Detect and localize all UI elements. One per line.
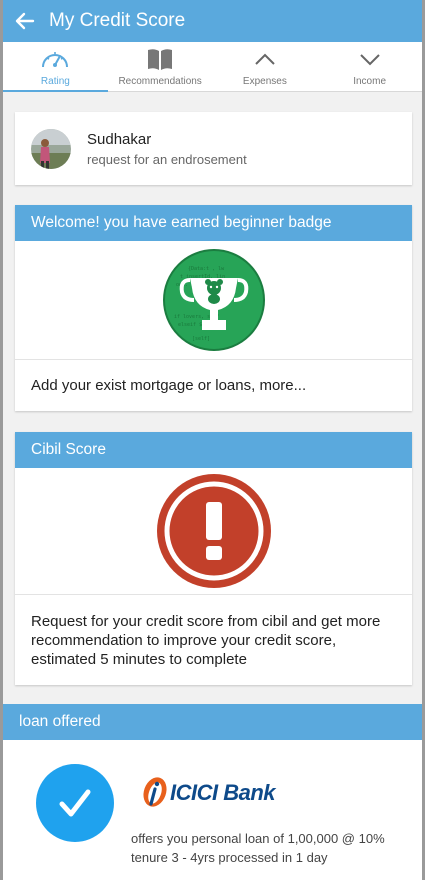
app-bar: My Credit Score: [3, 0, 422, 42]
loan-offered-section: loan offered ICICI Bank offers you perso…: [3, 704, 422, 880]
endorsement-card[interactable]: Sudhakar request for an endrosement: [15, 112, 412, 185]
tab-expenses[interactable]: Expenses: [213, 42, 318, 91]
chevron-down-icon: [358, 46, 382, 72]
chevron-up-icon: [253, 46, 277, 72]
tab-label: Recommendations: [118, 76, 202, 87]
badge-card-text: Add your exist mortgage or loans, more..…: [31, 377, 307, 394]
icici-logo-icon: [143, 777, 167, 807]
avatar: [31, 128, 71, 169]
bank-name: ICICI Bank: [170, 780, 276, 805]
cibil-card-text: Request for your credit score from cibil…: [31, 613, 381, 668]
tab-label: Expenses: [242, 76, 287, 87]
cibil-card[interactable]: Cibil Score Request for your credit scor…: [15, 432, 412, 685]
loan-offer[interactable]: ICICI Bank offers you personal loan of 1…: [3, 740, 422, 880]
gauge-icon: [40, 46, 70, 72]
endorser-name: Sudhakar: [87, 130, 152, 148]
svg-text:[self]: [self]: [192, 336, 210, 342]
check-icon[interactable]: [36, 764, 114, 842]
loan-description: offers you personal loan of 1,00,000 @ 1…: [131, 831, 385, 865]
badge-card-header: Welcome! you have earned beginner badge: [15, 205, 412, 241]
back-arrow-icon[interactable]: [5, 0, 45, 42]
loan-section-header: loan offered: [3, 704, 422, 740]
cibil-card-header: Cibil Score: [15, 432, 412, 468]
book-icon: [146, 46, 174, 72]
tab-label: Income: [353, 76, 387, 87]
endorsement-message: request for an endrosement: [87, 151, 247, 167]
app-frame: My Credit Score Rating Recommendations E…: [0, 0, 425, 880]
tab-income[interactable]: Income: [317, 42, 422, 91]
tab-label: Rating: [40, 76, 70, 87]
tab-bar: Rating Recommendations Expenses Income: [3, 42, 422, 92]
alert-icon: [156, 474, 271, 588]
page-title: My Credit Score: [49, 10, 186, 31]
svg-text:{Data:t , lw: {Data:t , lw: [188, 266, 225, 272]
tab-rating[interactable]: Rating: [3, 42, 108, 92]
trophy-badge-icon: {Data:t , lw t insertId, lin ode. print …: [162, 249, 265, 351]
bank-logo: ICICI Bank: [140, 776, 276, 810]
badge-card[interactable]: Welcome! you have earned beginner badge …: [15, 205, 412, 411]
tab-recommendations[interactable]: Recommendations: [108, 42, 213, 91]
